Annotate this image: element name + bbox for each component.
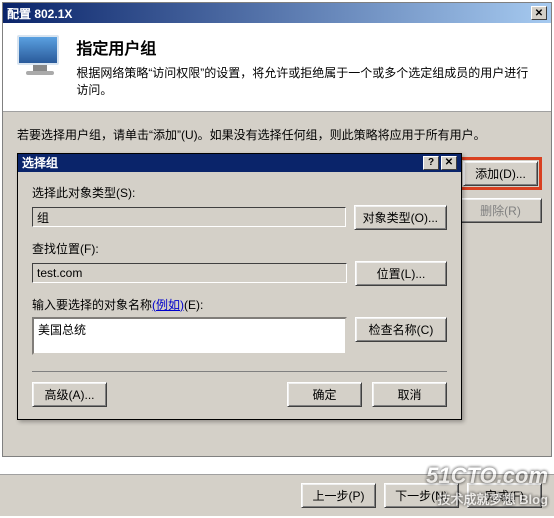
name-label-post: (E): xyxy=(184,298,203,312)
page-heading: 指定用户组 xyxy=(76,35,537,59)
outer-title: 配置 802.1X xyxy=(7,5,72,22)
inner-title-bar: 选择组 ? ✕ xyxy=(18,154,461,172)
object-type-button[interactable]: 对象类型(O)... xyxy=(354,205,447,230)
finish-button[interactable]: 完成(F) xyxy=(467,483,542,508)
example-link[interactable]: (例如) xyxy=(152,298,184,312)
monitor-icon xyxy=(17,35,62,75)
wizard-button-bar: 上一步(P) 下一步(N) 完成(F) xyxy=(0,474,554,516)
advanced-button[interactable]: 高级(A)... xyxy=(32,382,107,407)
close-icon[interactable]: ✕ xyxy=(531,6,547,20)
remove-button: 删除(R) xyxy=(459,198,542,223)
inner-title: 选择组 xyxy=(22,154,58,171)
header-area: 指定用户组 根据网络策略“访问权限”的设置，将允许或拒绝属于一个或多个选定组成员… xyxy=(3,23,551,112)
help-icon[interactable]: ? xyxy=(423,156,439,170)
location-field xyxy=(32,263,347,283)
cancel-button[interactable]: 取消 xyxy=(372,382,447,407)
object-type-label: 选择此对象类型(S): xyxy=(32,184,447,201)
ok-button[interactable]: 确定 xyxy=(287,382,362,407)
add-button[interactable]: 添加(D)... xyxy=(463,161,538,186)
select-group-dialog: 选择组 ? ✕ 选择此对象类型(S): 对象类型(O)... 查找位置(F): … xyxy=(17,153,462,420)
add-button-highlight: 添加(D)... xyxy=(459,157,542,190)
config-8021x-window: 配置 802.1X ✕ 指定用户组 根据网络策略“访问权限”的设置，将允许或拒绝… xyxy=(2,2,552,457)
instruction-text: 若要选择用户组，请单击“添加”(U)。如果没有选择任何组，则此策略将应用于所有用… xyxy=(17,126,537,143)
object-type-field xyxy=(32,207,346,227)
name-label-pre: 输入要选择的对象名称 xyxy=(32,298,152,312)
outer-title-bar: 配置 802.1X ✕ xyxy=(3,3,551,23)
next-button[interactable]: 下一步(N) xyxy=(384,483,459,508)
location-button[interactable]: 位置(L)... xyxy=(355,261,447,286)
inner-close-icon[interactable]: ✕ xyxy=(441,156,457,170)
location-label: 查找位置(F): xyxy=(32,240,447,257)
check-names-button[interactable]: 检查名称(C) xyxy=(355,317,447,342)
page-description: 根据网络策略“访问权限”的设置，将允许或拒绝属于一个或多个选定组成员的用户进行访… xyxy=(76,65,537,99)
content-area: 若要选择用户组，请单击“添加”(U)。如果没有选择任何组，则此策略将应用于所有用… xyxy=(3,112,551,456)
prev-button[interactable]: 上一步(P) xyxy=(301,483,376,508)
object-name-input[interactable] xyxy=(32,317,347,355)
